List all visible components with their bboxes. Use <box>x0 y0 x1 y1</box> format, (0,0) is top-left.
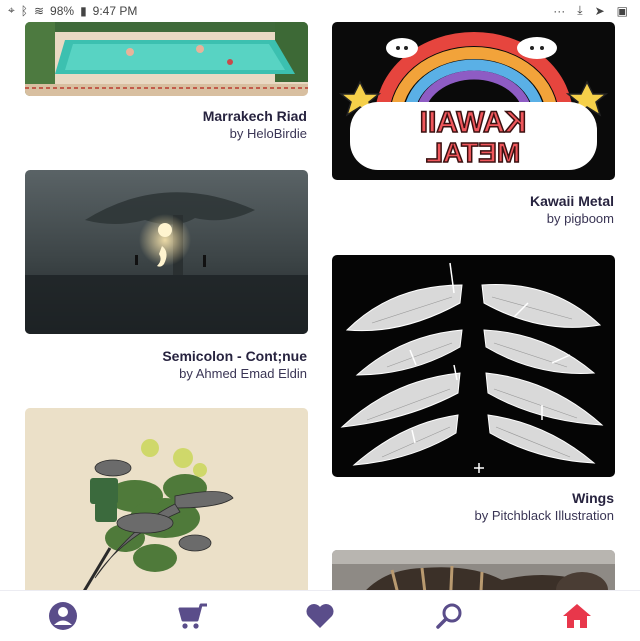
artwork-image-marrakech-riad[interactable] <box>25 22 308 96</box>
nav-home[interactable] <box>560 601 594 631</box>
artwork-image-kawaii-metal[interactable]: KAWAII METAL <box>332 22 615 180</box>
image-icon: ▣ <box>616 3 628 18</box>
nav-profile[interactable] <box>46 601 80 631</box>
artwork-author[interactable]: by pigboom <box>547 211 614 226</box>
kawaii-art-text-top: KAWAII <box>420 106 527 139</box>
artwork-image-wings[interactable] <box>332 255 615 477</box>
bottom-navigation <box>0 590 640 641</box>
nav-search[interactable] <box>432 601 466 631</box>
kawaii-art-text-bottom: METAL <box>426 137 520 168</box>
clock: 9:47 PM <box>92 3 138 18</box>
overflow-dots: ··· <box>553 3 566 18</box>
artwork-image-semicolon[interactable] <box>25 170 308 334</box>
artwork-image-horse[interactable] <box>332 550 615 590</box>
bluetooth-icon: ᛒ <box>20 3 28 18</box>
nav-cart[interactable] <box>176 601 210 631</box>
artwork-title[interactable]: Kawaii Metal <box>530 193 614 209</box>
battery-icon: ▮ <box>80 3 87 18</box>
wifi-icon: ≋ <box>33 3 45 18</box>
send-icon: ➤ <box>594 3 605 18</box>
profile-icon <box>49 602 77 630</box>
artwork-author[interactable]: by Ahmed Emad Eldin <box>179 366 307 381</box>
status-bar: ⌖ ᛒ ≋ 98% ▮ 9:47 PM ··· ⤓ ➤ ▣ <box>0 0 640 22</box>
download-icon: ⤓ <box>577 3 583 17</box>
location-icon: ⌖ <box>8 3 15 17</box>
artwork-feed[interactable]: Marrakech Riad by HeloBirdie KAWAII META… <box>0 22 640 590</box>
home-icon <box>563 604 591 628</box>
artwork-image-birds-collage[interactable] <box>25 408 308 590</box>
artwork-author[interactable]: by Pitchblack Illustration <box>475 508 614 523</box>
artwork-title[interactable]: Semicolon - Cont;nue <box>162 348 307 364</box>
artwork-title[interactable]: Marrakech Riad <box>203 108 307 124</box>
status-right: ··· ⤓ ➤ ▣ <box>553 3 628 18</box>
cart-icon <box>178 603 207 629</box>
battery-percent: 98% <box>50 3 75 18</box>
nav-favorites[interactable] <box>303 601 337 631</box>
artwork-author[interactable]: by HeloBirdie <box>230 126 307 141</box>
status-left: ⌖ ᛒ ≋ 98% ▮ 9:47 PM <box>8 3 137 18</box>
heart-icon <box>306 604 334 628</box>
artwork-title[interactable]: Wings <box>572 490 614 506</box>
search-icon <box>436 603 462 629</box>
